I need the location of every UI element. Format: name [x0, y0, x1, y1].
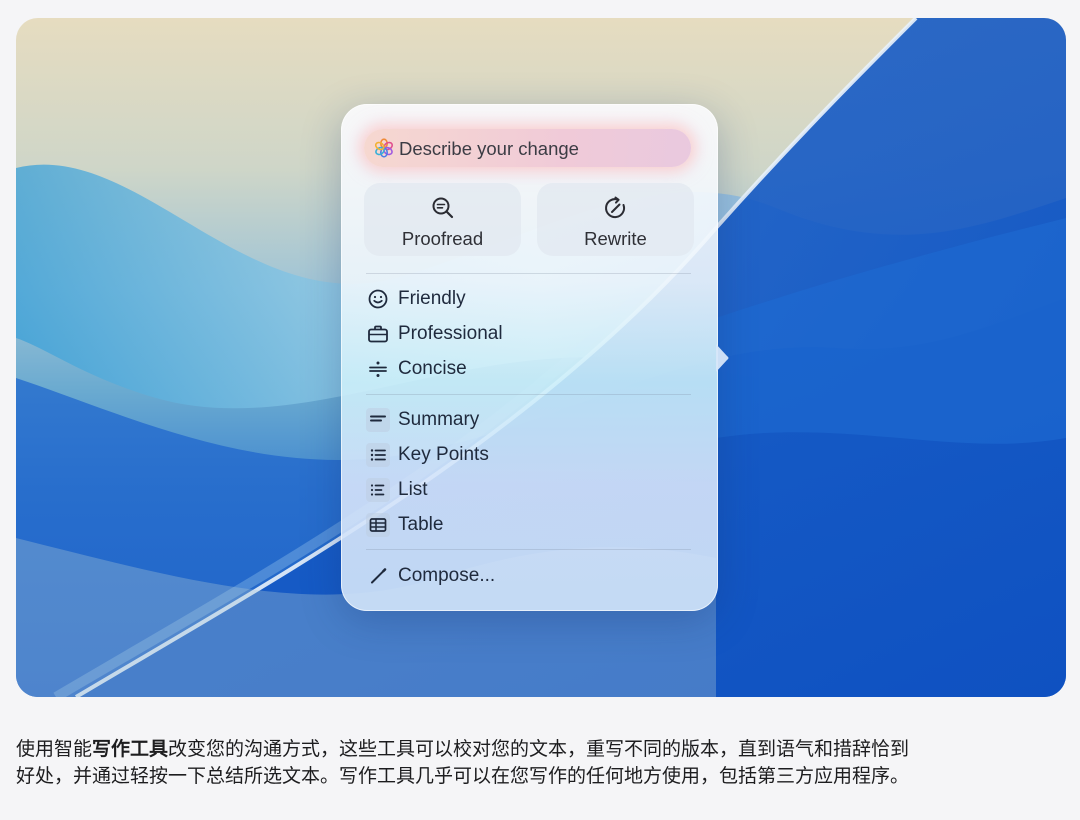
key-points-label: Key Points — [398, 444, 489, 465]
smile-icon — [368, 289, 388, 309]
proofread-label: Proofread — [401, 228, 484, 249]
magnifier-text-icon — [432, 197, 454, 219]
panel-pointer — [716, 344, 729, 372]
list-icon — [366, 478, 390, 502]
concise-label: Concise — [398, 358, 467, 379]
divider — [366, 549, 691, 550]
menu-item-compose[interactable]: Compose... — [364, 561, 664, 591]
briefcase-icon — [368, 325, 388, 343]
table-label: Table — [398, 514, 444, 535]
menu-item-summary[interactable]: Summary — [364, 405, 664, 435]
describe-change-input[interactable]: Describe your change — [364, 129, 691, 167]
divider — [366, 273, 691, 274]
menu-item-friendly[interactable]: Friendly — [364, 284, 664, 314]
pen-icon — [371, 568, 387, 584]
caption-bold-term: 写作工具 — [92, 738, 169, 760]
menu-item-concise[interactable]: Concise — [364, 354, 664, 384]
menu-item-key-points[interactable]: Key Points — [364, 440, 664, 470]
list-label: List — [398, 479, 428, 500]
rewrite-label: Rewrite — [584, 228, 647, 249]
compose-label: Compose... — [398, 565, 496, 586]
divide-icon — [369, 361, 387, 377]
describe-change-placeholder: Describe your change — [399, 138, 579, 159]
menu-item-table[interactable]: Table — [364, 510, 664, 540]
menu-item-list[interactable]: List — [364, 475, 664, 505]
menu-item-professional[interactable]: Professional — [364, 319, 664, 349]
friendly-label: Friendly — [398, 288, 466, 309]
divider — [366, 394, 691, 395]
summary-label: Summary — [398, 409, 480, 430]
rewrite-arrow-icon — [605, 196, 626, 219]
caption-lead: 使用智能 — [16, 738, 93, 760]
proofread-button[interactable]: Proofread — [364, 183, 521, 256]
apple-intelligence-icon — [374, 138, 394, 158]
summary-icon — [366, 408, 390, 432]
feature-description: 使用智能写作工具改变您的沟通方式，这些工具可以校对您的文本，重写不同的版本，直到… — [16, 736, 916, 790]
table-icon — [366, 513, 390, 537]
key-points-icon — [366, 443, 390, 467]
professional-label: Professional — [398, 323, 503, 344]
rewrite-button[interactable]: Rewrite — [537, 183, 694, 256]
